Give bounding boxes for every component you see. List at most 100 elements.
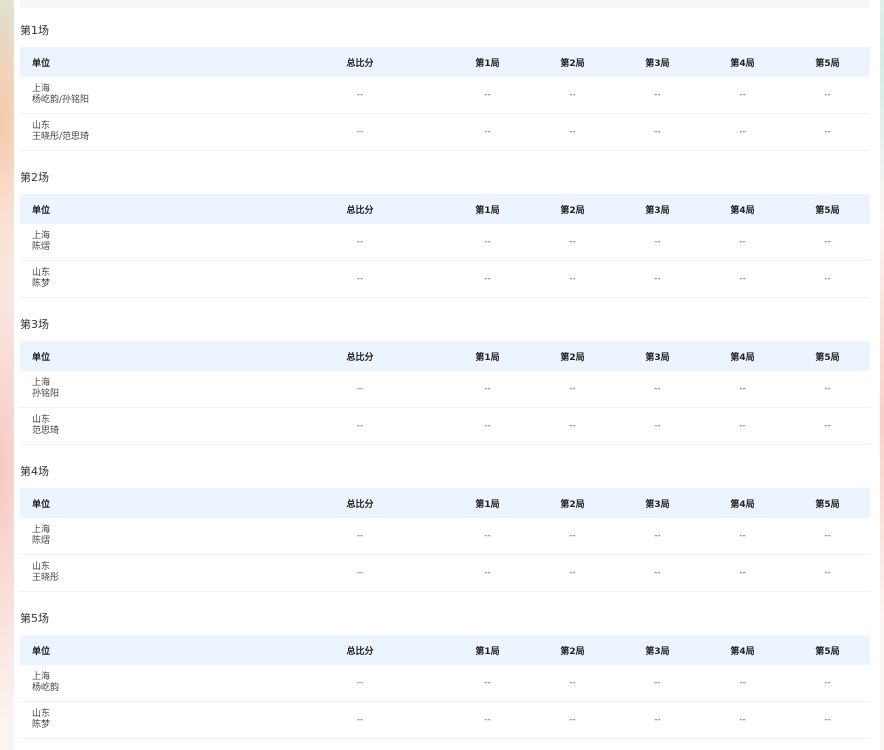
- header-game-5: 第5局: [785, 194, 870, 224]
- score-table: 单位 总比分 第1局 第2局 第3局 第4局 第5局 上海 杨屹韵/孙铭阳 --…: [20, 47, 870, 151]
- unit-cell: 山东 王晓彤/范思琦: [20, 113, 275, 151]
- team-city: 山东: [32, 121, 51, 131]
- table-row: 山东 王晓彤 -- -- -- -- -- --: [20, 554, 870, 592]
- match-title: 第5场: [20, 612, 49, 625]
- header-game-1: 第1局: [445, 47, 530, 77]
- game-3-score: --: [615, 701, 700, 739]
- team-players: 陈梦: [32, 720, 51, 730]
- previous-table-end: [20, 0, 870, 8]
- team-city: 上海: [32, 672, 51, 682]
- team-city: 山东: [32, 268, 51, 278]
- header-unit: 单位: [20, 47, 275, 77]
- game-4-score: --: [700, 518, 785, 555]
- total-score: --: [275, 554, 445, 592]
- table-row: 上海 陈熠 -- -- -- -- -- --: [20, 518, 870, 555]
- score-table: 单位 总比分 第1局 第2局 第3局 第4局 第5局 上海 陈熠 -- -- -…: [20, 488, 870, 592]
- game-2-score: --: [530, 407, 615, 445]
- match-block: 第1场 单位 总比分 第1局 第2局 第3局 第4局 第5局 上海 杨屹韵/孙铭…: [20, 24, 870, 151]
- header-game-4: 第4局: [700, 341, 785, 371]
- team-city: 山东: [32, 415, 51, 425]
- game-5-score: --: [785, 113, 870, 151]
- unit-cell: 上海 杨屹韵/孙铭阳: [20, 77, 275, 114]
- game-1-score: --: [445, 371, 530, 408]
- team-players: 杨屹韵: [32, 683, 60, 693]
- total-score: --: [275, 665, 445, 702]
- total-score: --: [275, 224, 445, 261]
- table-row: 山东 范思琦 -- -- -- -- -- --: [20, 407, 870, 445]
- table-row: 山东 陈梦 -- -- -- -- -- --: [20, 260, 870, 298]
- game-3-score: --: [615, 260, 700, 298]
- game-1-score: --: [445, 665, 530, 702]
- team-city: 山东: [32, 709, 51, 719]
- header-game-3: 第3局: [615, 47, 700, 77]
- unit-cell: 山东 王晓彤: [20, 554, 275, 592]
- game-4-score: --: [700, 77, 785, 114]
- game-2-score: --: [530, 224, 615, 261]
- game-1-score: --: [445, 407, 530, 445]
- header-game-4: 第4局: [700, 488, 785, 518]
- match-title: 第3场: [20, 318, 49, 331]
- match-block: 第5场 单位 总比分 第1局 第2局 第3局 第4局 第5局 上海 杨屹韵 --…: [20, 612, 870, 739]
- game-2-score: --: [530, 554, 615, 592]
- match-title: 第1场: [20, 24, 49, 37]
- match-title: 第4场: [20, 465, 49, 478]
- match-block: 第4场 单位 总比分 第1局 第2局 第3局 第4局 第5局 上海 陈熠 -- …: [20, 465, 870, 592]
- unit-cell: 上海 杨屹韵: [20, 665, 275, 702]
- match-block: 第3场 单位 总比分 第1局 第2局 第3局 第4局 第5局 上海 孙铭阳 --…: [20, 318, 870, 445]
- game-4-score: --: [700, 701, 785, 739]
- game-3-score: --: [615, 665, 700, 702]
- table-row: 山东 陈梦 -- -- -- -- -- --: [20, 701, 870, 739]
- game-4-score: --: [700, 224, 785, 261]
- game-1-score: --: [445, 554, 530, 592]
- game-3-score: --: [615, 371, 700, 408]
- table-row: 上海 孙铭阳 -- -- -- -- -- --: [20, 371, 870, 408]
- unit-cell: 山东 范思琦: [20, 407, 275, 445]
- header-total: 总比分: [275, 47, 445, 77]
- team-players: 陈熠: [32, 242, 51, 252]
- game-4-score: --: [700, 554, 785, 592]
- score-table: 单位 总比分 第1局 第2局 第3局 第4局 第5局 上海 杨屹韵 -- --: [20, 635, 870, 739]
- team-city: 上海: [32, 84, 51, 94]
- team-players: 王晓彤: [32, 573, 60, 583]
- header-game-3: 第3局: [615, 341, 700, 371]
- header-game-3: 第3局: [615, 635, 700, 665]
- unit-cell: 上海 孙铭阳: [20, 371, 275, 408]
- game-5-score: --: [785, 260, 870, 298]
- header-game-3: 第3局: [615, 488, 700, 518]
- header-game-5: 第5局: [785, 47, 870, 77]
- table-header-row: 单位 总比分 第1局 第2局 第3局 第4局 第5局: [20, 341, 870, 371]
- game-1-score: --: [445, 113, 530, 151]
- team-city: 上海: [32, 231, 51, 241]
- header-game-1: 第1局: [445, 488, 530, 518]
- team-players: 王晓彤/范思琦: [32, 132, 90, 142]
- total-score: --: [275, 701, 445, 739]
- total-score: --: [275, 260, 445, 298]
- game-5-score: --: [785, 665, 870, 702]
- game-5-score: --: [785, 77, 870, 114]
- header-game-1: 第1局: [445, 194, 530, 224]
- header-game-3: 第3局: [615, 194, 700, 224]
- header-total: 总比分: [275, 488, 445, 518]
- header-game-5: 第5局: [785, 488, 870, 518]
- header-game-2: 第2局: [530, 635, 615, 665]
- game-2-score: --: [530, 260, 615, 298]
- table-row: 上海 陈熠 -- -- -- -- -- --: [20, 224, 870, 261]
- total-score: --: [275, 77, 445, 114]
- table-header-row: 单位 总比分 第1局 第2局 第3局 第4局 第5局: [20, 635, 870, 665]
- table-row: 上海 杨屹韵 -- -- -- -- -- --: [20, 665, 870, 702]
- game-2-score: --: [530, 113, 615, 151]
- game-1-score: --: [445, 224, 530, 261]
- game-3-score: --: [615, 224, 700, 261]
- game-3-score: --: [615, 518, 700, 555]
- game-1-score: --: [445, 77, 530, 114]
- game-3-score: --: [615, 113, 700, 151]
- game-4-score: --: [700, 113, 785, 151]
- game-4-score: --: [700, 407, 785, 445]
- score-table: 单位 总比分 第1局 第2局 第3局 第4局 第5局 上海 陈熠 -- -- -…: [20, 194, 870, 298]
- team-players: 范思琦: [32, 426, 60, 436]
- header-game-4: 第4局: [700, 47, 785, 77]
- header-game-2: 第2局: [530, 47, 615, 77]
- total-score: --: [275, 518, 445, 555]
- header-total: 总比分: [275, 194, 445, 224]
- game-1-score: --: [445, 701, 530, 739]
